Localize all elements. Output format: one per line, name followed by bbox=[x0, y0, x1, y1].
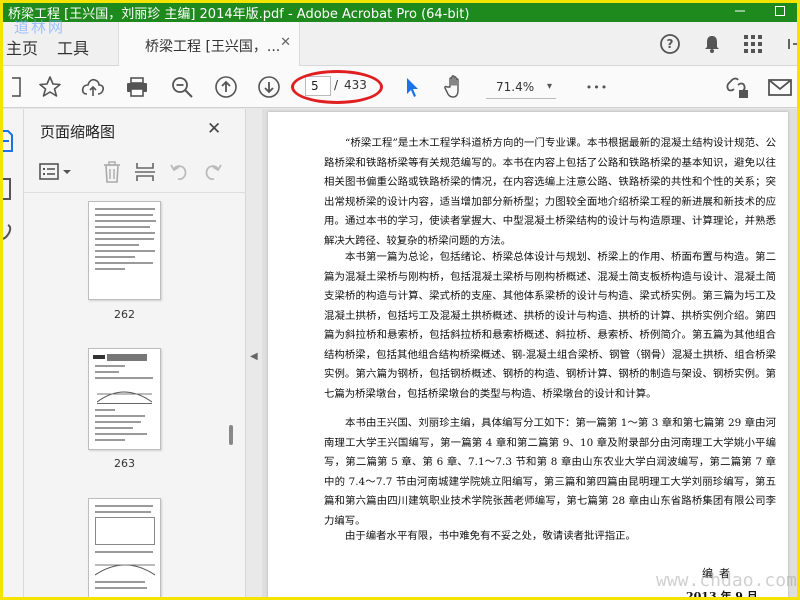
watermark-bottom: www.chdao.com bbox=[656, 570, 797, 591]
select-cursor-icon[interactable] bbox=[399, 74, 425, 100]
scrollbar-thumb[interactable] bbox=[229, 425, 233, 445]
preface-paragraph: 由于编者水平有限，书中难免有不妥之处，敬请读者批评指正。 bbox=[345, 530, 636, 542]
total-pages: 433 bbox=[344, 78, 367, 92]
sign-in-icon[interactable] bbox=[782, 32, 800, 56]
preface-paragraph: 本书第一篇为总论，包括绪论、桥梁总体设计与规划、桥梁上的作用、桥面布置与构造。第… bbox=[324, 251, 776, 400]
share-link-icon[interactable] bbox=[724, 74, 750, 100]
attachments-nav-icon[interactable] bbox=[0, 221, 14, 249]
next-page-icon[interactable] bbox=[256, 74, 282, 100]
main-toolbar: / 433 71.4% ▾ ••• bbox=[0, 66, 800, 108]
tab-close-icon[interactable]: ✕ bbox=[280, 35, 291, 50]
page-thumbnails-panel: 页面缩略图 ✕ 262 263 bbox=[24, 109, 246, 600]
thumbnail-page-number: 262 bbox=[114, 308, 135, 321]
zoom-value: 71.4% bbox=[496, 80, 535, 94]
print-icon[interactable] bbox=[124, 74, 150, 100]
rotate-left-icon[interactable] bbox=[166, 161, 192, 183]
delete-pages-icon[interactable] bbox=[99, 161, 125, 183]
thumbnail-page-264[interactable] bbox=[88, 498, 161, 600]
tab-home[interactable]: 主页 bbox=[6, 35, 38, 59]
preface-paragraph: 本书由王兴国、刘丽珍主编，具体编写分工如下：第一篇第 1～第 3 章和第七篇第 … bbox=[324, 417, 776, 527]
tab-document-label: 桥梁工程 [王兴国，... bbox=[145, 39, 281, 55]
panel-title: 页面缩略图 bbox=[40, 123, 116, 141]
help-icon[interactable]: ? bbox=[658, 32, 682, 56]
more-tools-icon[interactable]: ••• bbox=[582, 74, 612, 100]
collapse-arrow-icon: ◀ bbox=[250, 351, 258, 362]
maximize-icon bbox=[775, 6, 785, 16]
thumbnail-scrollbar[interactable] bbox=[227, 205, 235, 597]
thumbnail-page-number: 263 bbox=[114, 457, 135, 470]
tab-tools[interactable]: 工具 bbox=[57, 35, 89, 59]
watermark-top: 道林网 bbox=[14, 18, 66, 36]
hand-tool-icon[interactable] bbox=[442, 74, 468, 100]
svg-text:?: ? bbox=[667, 37, 674, 51]
maximize-button[interactable] bbox=[760, 0, 800, 22]
preface-paragraph: “桥梁工程”是土木工程学科道桥方向的一门专业课。本书根据最新的混凝土结构设计规范… bbox=[324, 137, 776, 247]
panel-close-icon[interactable]: ✕ bbox=[207, 119, 221, 139]
zoom-dropdown[interactable]: 71.4% ▾ bbox=[486, 75, 556, 99]
thumbnail-page-262[interactable] bbox=[88, 201, 161, 300]
apps-grid-icon[interactable] bbox=[741, 32, 765, 56]
email-icon[interactable] bbox=[767, 74, 793, 100]
minimize-icon bbox=[735, 10, 745, 12]
navigation-rail bbox=[0, 109, 24, 600]
title-bar: 桥梁工程 [王兴国，刘丽珍 主编] 2014年版.pdf - Adobe Acr… bbox=[0, 0, 800, 22]
page-thumbnails-nav-icon[interactable] bbox=[0, 129, 14, 157]
tab-bar: 主页 工具 桥梁工程 [王兴国，... ✕ ? bbox=[0, 22, 800, 66]
zoom-out-icon[interactable] bbox=[169, 74, 195, 100]
rotate-right-icon[interactable] bbox=[200, 161, 226, 183]
panel-toolbar bbox=[24, 149, 246, 193]
notification-bell-icon[interactable] bbox=[700, 32, 724, 56]
thumbnail-page-263[interactable] bbox=[88, 348, 161, 450]
save-icon[interactable] bbox=[4, 74, 30, 100]
thumbnail-options-icon[interactable] bbox=[38, 161, 74, 183]
page-number-input[interactable] bbox=[305, 76, 331, 96]
document-page: “桥梁工程”是土木工程学科道桥方向的一门专业课。本书根据最新的混凝土结构设计规范… bbox=[268, 112, 788, 600]
panel-collapse-handle[interactable]: ◀ bbox=[246, 109, 262, 600]
bookmark-star-icon[interactable] bbox=[37, 74, 63, 100]
previous-page-icon[interactable] bbox=[213, 74, 239, 100]
insert-pages-icon[interactable] bbox=[132, 161, 158, 183]
window-controls bbox=[720, 0, 800, 22]
page-separator: / bbox=[334, 78, 339, 92]
cloud-upload-icon[interactable] bbox=[80, 74, 106, 100]
tab-document[interactable]: 桥梁工程 [王兴国，... ✕ bbox=[118, 22, 300, 66]
window-title: 桥梁工程 [王兴国，刘丽珍 主编] 2014年版.pdf - Adobe Acr… bbox=[8, 7, 470, 22]
minimize-button[interactable] bbox=[720, 0, 760, 22]
chevron-down-icon: ▾ bbox=[546, 81, 552, 92]
bookmarks-nav-icon[interactable] bbox=[0, 177, 14, 205]
thumbnail-list: 262 263 bbox=[24, 197, 246, 600]
